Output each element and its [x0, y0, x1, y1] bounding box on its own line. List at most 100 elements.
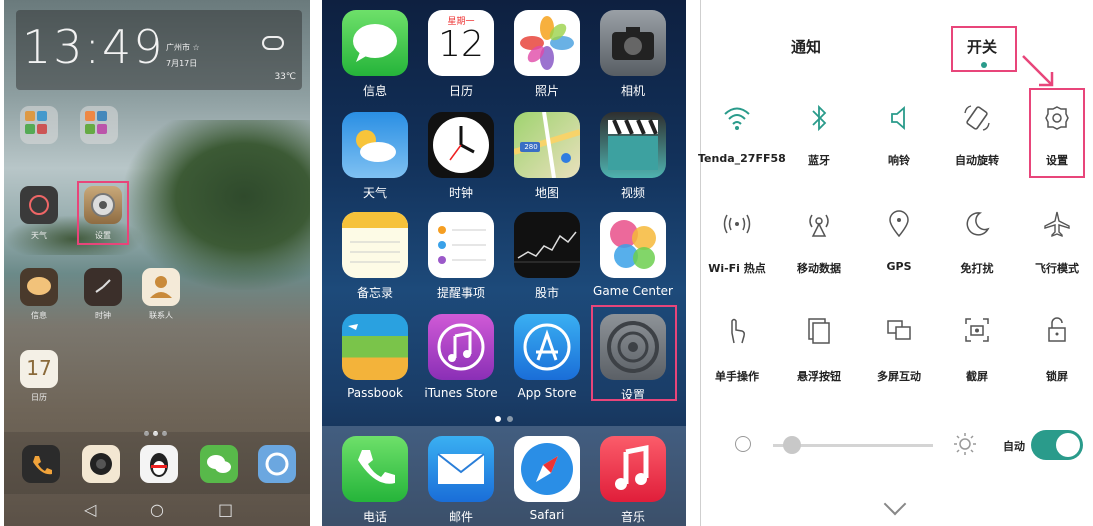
app-folder-1[interactable]	[20, 106, 58, 144]
reminders-app-icon[interactable]	[428, 212, 494, 278]
wechat-dock-icon[interactable]	[200, 445, 238, 483]
bluetooth-icon[interactable]	[799, 98, 839, 138]
antenna-icon[interactable]	[799, 204, 839, 244]
checklist-icon	[438, 226, 486, 264]
clock-city: 广州市 ☆	[166, 43, 200, 52]
hand-icon[interactable]	[717, 310, 757, 350]
game-center-app-icon[interactable]	[600, 212, 666, 278]
calendar-app-icon[interactable]: 星期一 12	[428, 10, 494, 76]
app-label-weather: 天气	[31, 231, 47, 240]
highlight-settings-tile	[1029, 88, 1085, 178]
clock-time: 13:49	[22, 20, 165, 74]
highlight-settings-android	[77, 181, 129, 245]
tile-label-screenshot: 截屏	[966, 370, 988, 383]
tile-label-floating-button: 悬浮按钮	[797, 370, 841, 383]
passbook-app-icon[interactable]	[342, 314, 408, 380]
person-icon	[150, 276, 172, 298]
speech-bubble-icon	[353, 24, 397, 62]
itunes-store-app-icon[interactable]	[428, 314, 494, 380]
rotate-icon[interactable]	[957, 98, 997, 138]
hotspot-icon[interactable]	[717, 204, 757, 244]
app-label-contacts: 联系人	[149, 311, 173, 320]
calendar-day: 12	[438, 24, 484, 65]
map-route-badge: 280	[524, 143, 538, 151]
clock-app-icon[interactable]	[428, 112, 494, 178]
app-label-stocks: 股市	[534, 286, 559, 300]
tile-label-hotspot: Wi-Fi 热点	[708, 262, 766, 275]
app-label-itunes-store: iTunes Store	[424, 386, 498, 400]
phone-icon	[358, 450, 395, 484]
flower-icon	[520, 16, 574, 70]
speaker-icon[interactable]	[879, 98, 919, 138]
contacts-app-icon[interactable]	[142, 268, 180, 306]
clock-temperature: 33℃	[274, 72, 296, 82]
camera-app-icon[interactable]	[600, 10, 666, 76]
app-label-messages: 信息	[31, 311, 47, 320]
wechat-icon	[207, 455, 231, 473]
ios-home-screen: 信息 星期一 12 日历 照片 相机 天气 时钟 280 地图 视频 备忘录 提…	[322, 0, 686, 526]
music-dock-icon[interactable]	[600, 436, 666, 502]
clapperboard-icon	[608, 119, 658, 170]
videos-app-icon[interactable]	[600, 112, 666, 178]
ticket-icon	[348, 324, 358, 330]
tab-notifications[interactable]: 通知	[791, 36, 821, 57]
app-label-calendar: 日历	[448, 84, 473, 98]
maps-app-icon[interactable]: 280	[514, 112, 580, 178]
location-icon[interactable]	[879, 204, 919, 244]
calendar-app-icon[interactable]: 17	[20, 350, 58, 388]
messages-app-icon[interactable]	[20, 268, 58, 306]
back-button[interactable]: ◁	[84, 500, 96, 519]
qq-dock-icon[interactable]	[140, 445, 178, 483]
app-label-clock: 时钟	[95, 311, 111, 320]
wallpaper-trees	[124, 120, 310, 290]
highlight-settings-ios	[591, 305, 677, 401]
dock-label-mail: 邮件	[448, 510, 473, 524]
clock-face-icon	[433, 117, 489, 173]
camera-icon	[612, 27, 654, 60]
auto-brightness-toggle[interactable]	[1031, 430, 1083, 460]
app-label-clock: 时钟	[448, 186, 473, 200]
camera-lens-icon	[90, 453, 112, 475]
screenshot-icon[interactable]	[957, 310, 997, 350]
messages-app-icon[interactable]	[342, 10, 408, 76]
float-icon[interactable]	[799, 310, 839, 350]
camera-dock-icon[interactable]	[82, 445, 120, 483]
chevron-down-icon[interactable]	[883, 492, 907, 516]
clock-widget[interactable]: 13:49 广州市 ☆ 7月17日 33℃	[16, 10, 302, 90]
lock-icon[interactable]	[1037, 310, 1077, 350]
sun-icon	[29, 195, 49, 215]
app-store-app-icon[interactable]	[514, 314, 580, 380]
page-indicator	[492, 407, 516, 426]
compass-icon	[521, 443, 573, 495]
stocks-app-icon[interactable]	[514, 212, 580, 278]
mail-dock-icon[interactable]	[428, 436, 494, 502]
weather-app-icon[interactable]	[20, 186, 58, 224]
multiscreen-icon[interactable]	[879, 310, 919, 350]
browser-icon	[265, 452, 289, 476]
airplane-icon[interactable]	[1037, 204, 1077, 244]
weather-app-icon[interactable]	[342, 112, 408, 178]
app-label-passbook: Passbook	[347, 386, 403, 400]
notes-app-icon[interactable]	[342, 212, 408, 278]
phone-dock-icon[interactable]	[342, 436, 408, 502]
safari-dock-icon[interactable]	[514, 436, 580, 502]
recent-apps-button[interactable]: □	[218, 500, 233, 519]
highlight-switches-tab	[951, 26, 1017, 72]
tile-label-do-not-disturb: 免打扰	[960, 262, 994, 275]
wifi-icon[interactable]	[717, 98, 757, 138]
pointer-arrow-icon	[1022, 55, 1054, 87]
brightness-slider-knob[interactable]	[782, 436, 801, 454]
moon-icon[interactable]	[957, 204, 997, 244]
browser-dock-icon[interactable]	[258, 445, 296, 483]
app-label-calendar: 日历	[31, 393, 47, 402]
clock-app-icon[interactable]	[84, 268, 122, 306]
dock-label-phone: 电话	[362, 510, 387, 524]
home-button[interactable]: ○	[150, 500, 164, 519]
auto-brightness-label: 自动	[1003, 440, 1025, 453]
phone-dock-icon[interactable]	[22, 445, 60, 483]
app-folder-2[interactable]	[80, 106, 118, 144]
photos-app-icon[interactable]	[514, 10, 580, 76]
music-note-icon	[615, 444, 649, 490]
music-note-icon	[437, 323, 485, 371]
dock-label-safari: Safari	[529, 508, 565, 522]
